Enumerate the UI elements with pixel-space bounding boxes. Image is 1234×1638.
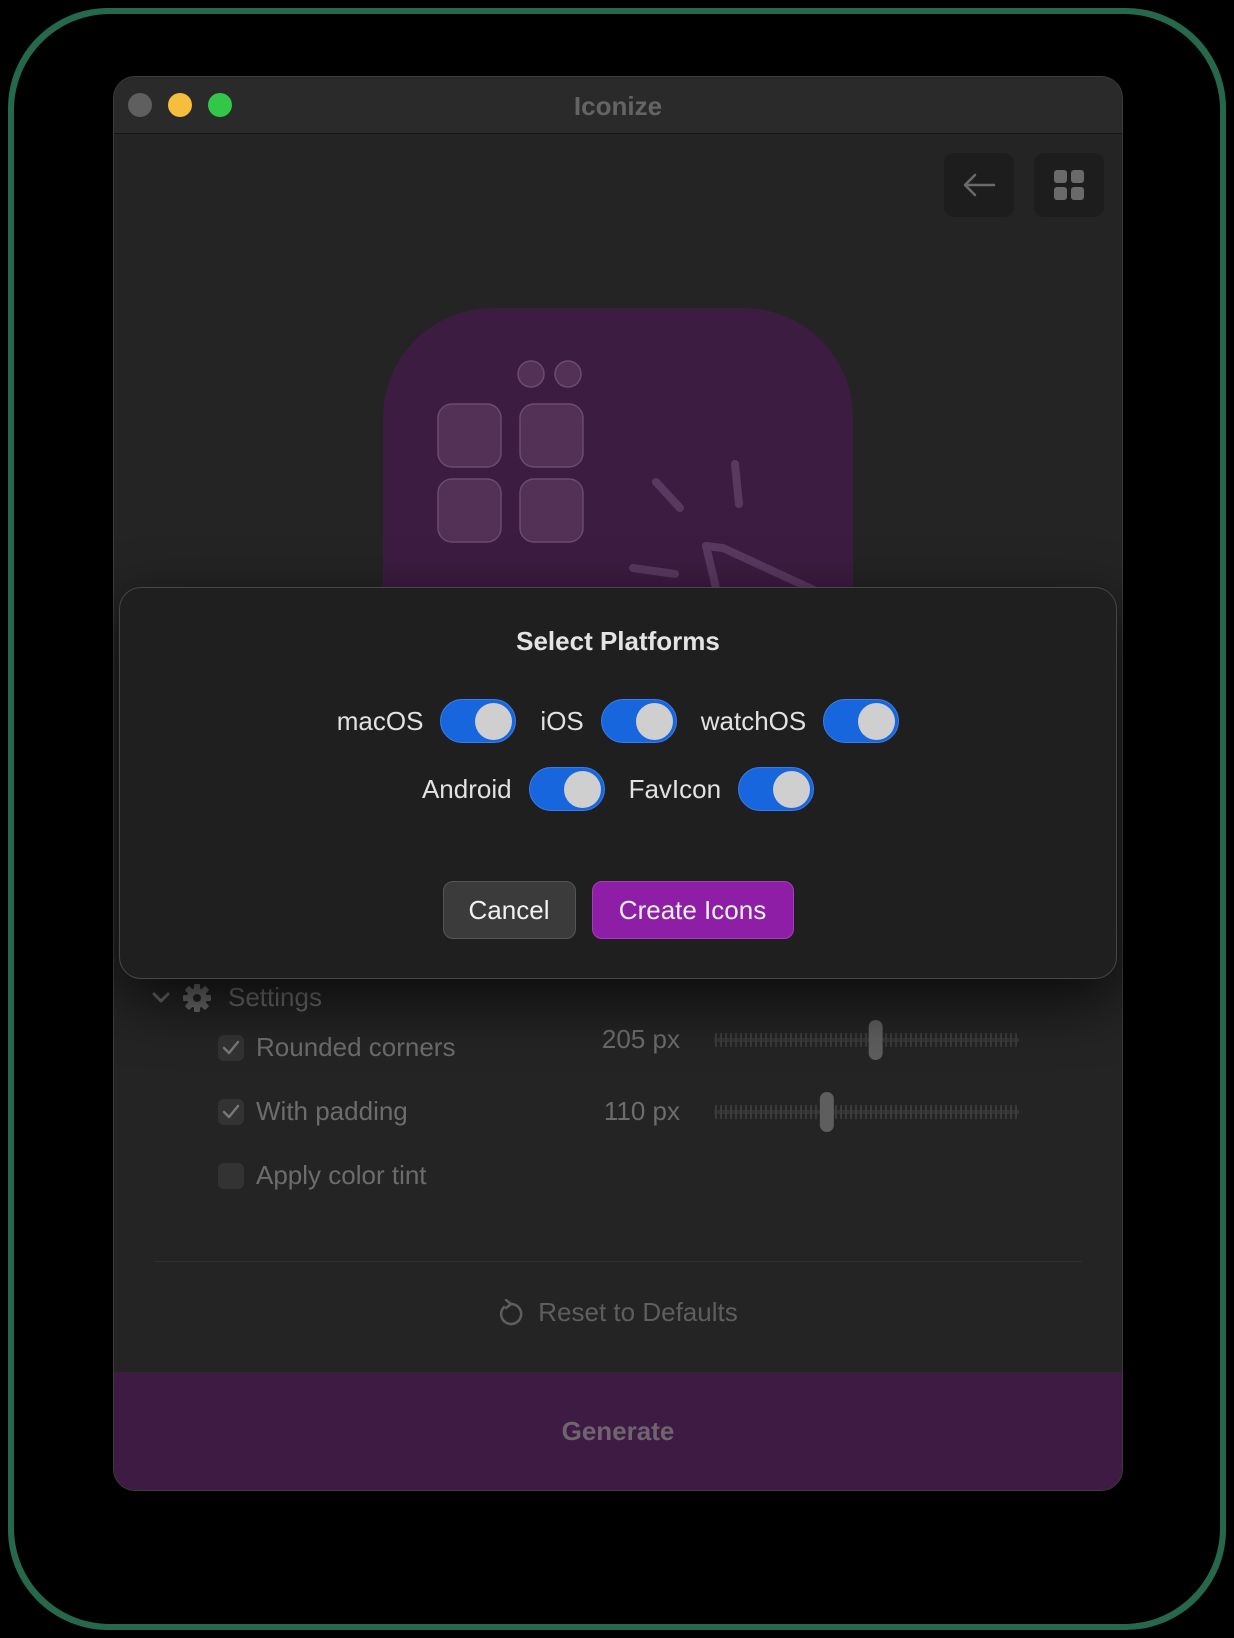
generate-button[interactable]: Generate <box>114 1372 1122 1490</box>
dialog-buttons: Cancel Create Icons <box>120 881 1116 939</box>
switch-knob <box>563 771 601 808</box>
android-switch[interactable] <box>528 767 605 811</box>
reset-to-defaults-button[interactable]: Reset to Defaults <box>114 1297 1122 1328</box>
generate-label: Generate <box>561 1415 675 1446</box>
favicon-switch[interactable] <box>738 767 815 811</box>
settings-label: Settings <box>228 982 322 1012</box>
switch-knob <box>635 703 673 740</box>
watchos-label: watchOS <box>700 705 807 736</box>
watchos-toggle-item: watchOS <box>701 699 900 743</box>
platform-toggle-row-1: macOS iOS watchOS <box>120 699 1116 743</box>
chevron-down-icon <box>152 992 170 1002</box>
with-padding-option[interactable]: With padding <box>218 1096 408 1127</box>
window-title: Iconize <box>573 91 663 121</box>
arrow-left-icon <box>963 173 996 197</box>
with-padding-checkbox[interactable] <box>218 1098 244 1125</box>
macos-toggle-item: macOS <box>337 699 517 743</box>
watchos-switch[interactable] <box>823 699 900 743</box>
slider-track[interactable] <box>714 1092 1019 1132</box>
switch-knob <box>773 771 811 808</box>
with-padding-value: 110 px <box>603 1096 680 1126</box>
android-toggle-item: Android <box>422 767 605 811</box>
settings-section-header[interactable]: Settings <box>150 982 322 1013</box>
rounded-corners-label: Rounded corners <box>256 1032 456 1062</box>
color-tint-checkbox[interactable] <box>218 1162 244 1189</box>
grid-view-button[interactable] <box>1034 153 1104 217</box>
favicon-label: FavIcon <box>628 773 722 804</box>
color-tint-label: Apply color tint <box>256 1160 427 1190</box>
switch-knob <box>858 703 896 740</box>
checkmark-icon <box>222 1104 240 1118</box>
rounded-corners-slider[interactable] <box>714 1020 1019 1060</box>
macos-switch[interactable] <box>440 699 517 743</box>
rounded-corners-value: 205 px <box>601 1024 680 1054</box>
android-label: Android <box>421 773 512 804</box>
switch-knob <box>475 703 513 740</box>
divider <box>154 1261 1082 1262</box>
checkmark-icon <box>222 1040 240 1054</box>
slider-knob[interactable] <box>868 1020 883 1060</box>
reset-label: Reset to Defaults <box>538 1297 738 1327</box>
gear-icon <box>183 983 211 1012</box>
macos-label: macOS <box>336 705 424 736</box>
title-bar: Iconize <box>114 77 1122 134</box>
create-icons-button[interactable]: Create Icons <box>591 881 794 939</box>
color-tint-option[interactable]: Apply color tint <box>218 1160 427 1191</box>
slider-track[interactable] <box>714 1020 1019 1060</box>
grid-icon <box>1054 170 1084 200</box>
rounded-corners-option[interactable]: Rounded corners <box>218 1032 455 1063</box>
back-button[interactable] <box>944 153 1014 217</box>
select-platforms-dialog: Select Platforms macOS iOS watchOS Andro… <box>119 587 1117 979</box>
ios-label: iOS <box>540 705 584 736</box>
rounded-corners-checkbox[interactable] <box>218 1034 244 1061</box>
reset-icon <box>500 1298 523 1325</box>
platform-toggle-row-2: Android FavIcon <box>120 767 1116 811</box>
ios-switch[interactable] <box>600 699 677 743</box>
cancel-button[interactable]: Cancel <box>442 881 576 939</box>
slider-knob[interactable] <box>819 1092 834 1132</box>
with-padding-slider[interactable] <box>714 1092 1019 1132</box>
ios-toggle-item: iOS <box>540 699 677 743</box>
dialog-title: Select Platforms <box>516 626 720 656</box>
with-padding-label: With padding <box>256 1096 408 1126</box>
favicon-toggle-item: FavIcon <box>629 767 815 811</box>
